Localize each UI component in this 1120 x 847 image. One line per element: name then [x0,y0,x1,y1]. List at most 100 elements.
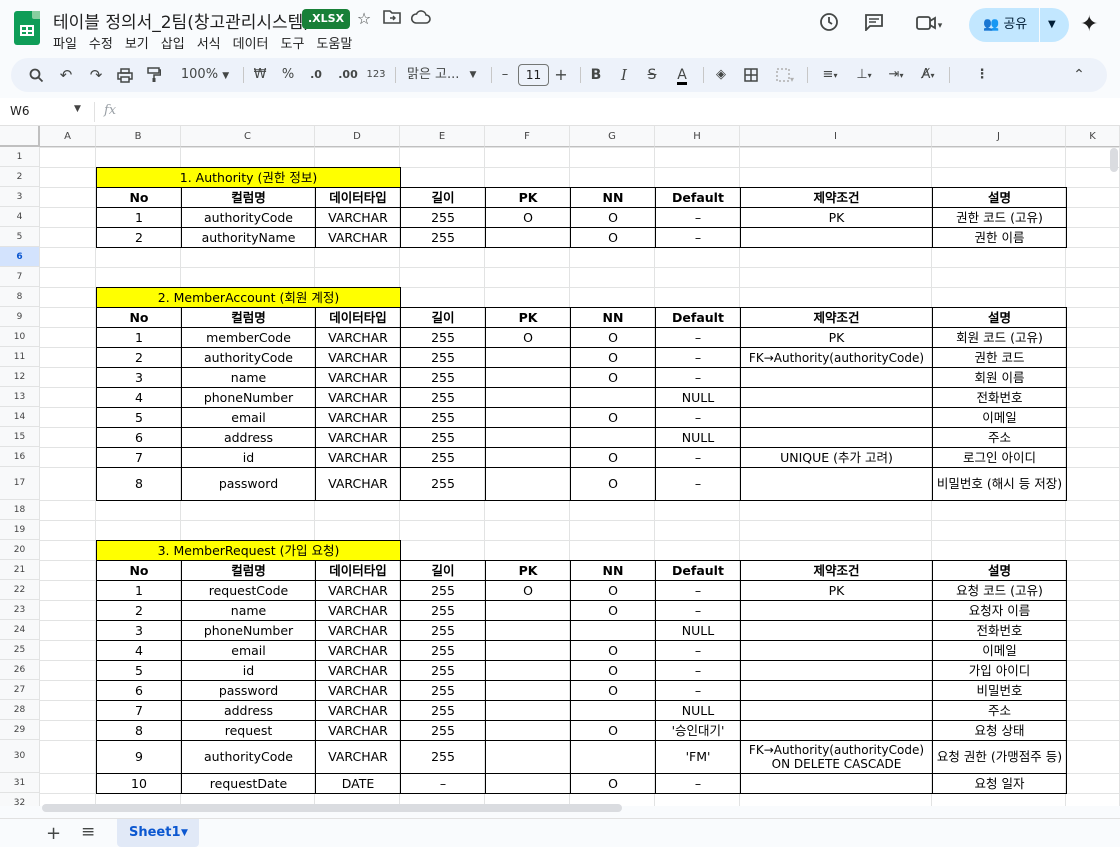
row-header-23[interactable]: 23 [0,600,40,620]
row-header-2[interactable]: 2 [0,167,40,187]
row-header-16[interactable]: 16 [0,447,40,467]
table-cell[interactable]: phoneNumber [181,620,316,641]
table-cell[interactable] [740,367,933,388]
table-cell[interactable]: address [181,700,316,721]
number-format-button[interactable]: 123 [365,58,387,92]
table-header-cell[interactable]: 데이터타입 [315,560,401,581]
table-cell[interactable]: 2 [96,600,182,621]
vertical-align-icon[interactable]: ⊥▾ [849,58,879,92]
table-cell[interactable] [485,660,571,681]
table-cell[interactable] [740,773,933,794]
more-options-icon[interactable]: ⋮ [975,58,989,92]
table-cell[interactable]: VARCHAR [315,427,401,448]
table-cell[interactable]: 255 [400,620,486,641]
table-header-cell[interactable]: 컬럼명 [181,560,316,581]
column-header-b[interactable]: B [96,126,181,147]
row-header-18[interactable]: 18 [0,500,40,520]
table-cell[interactable]: 가입 아이디 [932,660,1067,681]
merge-cells-icon[interactable]: ▾ [770,58,800,92]
row-header-25[interactable]: 25 [0,640,40,660]
table-cell[interactable] [740,467,933,501]
row-header-13[interactable]: 13 [0,387,40,407]
table-cell[interactable]: NULL [655,620,741,641]
row-header-26[interactable]: 26 [0,660,40,680]
table-cell[interactable]: O [570,407,656,428]
menu-data[interactable]: 데이터 [233,33,269,52]
table-header-cell[interactable]: Default [655,560,741,581]
table-cell[interactable]: – [655,580,741,601]
column-header-k[interactable]: K [1066,126,1120,147]
table-cell[interactable]: password [181,680,316,701]
column-header-a[interactable]: A [40,126,96,147]
table-cell[interactable] [570,427,656,448]
select-all-corner[interactable] [0,126,40,147]
table-cell[interactable]: – [655,367,741,388]
row-header-11[interactable]: 11 [0,347,40,367]
table-cell[interactable]: 요청 상태 [932,720,1067,741]
table-cell[interactable] [485,700,571,721]
comments-icon[interactable] [860,12,888,40]
table-cell[interactable]: – [400,773,486,794]
increase-decimal-button[interactable]: .00 [334,58,362,92]
print-icon[interactable] [114,58,136,92]
sheets-logo-icon[interactable] [14,11,40,45]
menu-help[interactable]: 도움말 [316,33,352,52]
all-sheets-icon[interactable]: ≡ [81,822,95,842]
table-cell[interactable] [740,660,933,681]
table-cell[interactable]: – [655,227,741,248]
add-sheet-icon[interactable]: + [46,823,61,844]
table-cell[interactable] [740,640,933,661]
table-cell[interactable] [740,620,933,641]
table-cell[interactable]: DATE [315,773,401,794]
table-header-cell[interactable]: No [96,560,182,581]
table-cell[interactable]: VARCHAR [315,600,401,621]
table-header-cell[interactable]: No [96,307,182,328]
row-header-6[interactable]: 6 [0,247,40,267]
column-header-i[interactable]: I [740,126,932,147]
table-cell[interactable]: 255 [400,600,486,621]
strikethrough-button[interactable]: S [643,58,661,92]
table-cell[interactable]: – [655,660,741,681]
menu-format[interactable]: 서식 [197,33,221,52]
row-header-28[interactable]: 28 [0,700,40,720]
table-cell[interactable] [740,700,933,721]
table-cell[interactable] [485,773,571,794]
table-cell[interactable]: 권한 코드 (고유) [932,207,1067,228]
table-cell[interactable]: 4 [96,640,182,661]
table-header-cell[interactable]: PK [485,560,571,581]
table-cell[interactable]: NULL [655,427,741,448]
column-header-h[interactable]: H [655,126,740,147]
table-cell[interactable]: PK [740,207,933,228]
table-header-cell[interactable]: 데이터타입 [315,187,401,208]
table-cell[interactable] [740,427,933,448]
row-header-3[interactable]: 3 [0,187,40,207]
table-cell[interactable]: 2 [96,227,182,248]
table-cell[interactable]: requestDate [181,773,316,794]
table-header-cell[interactable]: NN [570,307,656,328]
table-cell[interactable]: FK→Authority(authorityCode) ON DELETE CA… [740,740,933,774]
table-cell[interactable]: – [655,640,741,661]
table-header-cell[interactable]: 데이터타입 [315,307,401,328]
row-header-17[interactable]: 17 [0,467,40,500]
table-cell[interactable]: NULL [655,387,741,408]
table-title[interactable]: 2. MemberAccount (회원 계정) [96,287,401,308]
table-cell[interactable]: 7 [96,700,182,721]
menu-edit[interactable]: 수정 [89,33,113,52]
table-cell[interactable]: 요청 권한 (가맹점주 등) [932,740,1067,774]
font-size-input[interactable]: 11 [518,64,549,86]
table-cell[interactable]: 10 [96,773,182,794]
table-cell[interactable]: VARCHAR [315,640,401,661]
vertical-scrollbar[interactable] [1110,148,1118,172]
table-cell[interactable]: O [485,207,571,228]
italic-button[interactable]: I [615,58,633,92]
table-cell[interactable]: authorityCode [181,740,316,774]
table-header-cell[interactable]: 길이 [400,307,486,328]
table-cell[interactable]: 주소 [932,700,1067,721]
row-header-22[interactable]: 22 [0,580,40,600]
table-cell[interactable]: authorityCode [181,207,316,228]
table-cell[interactable]: 255 [400,660,486,681]
table-cell[interactable]: 255 [400,740,486,774]
table-cell[interactable] [570,387,656,408]
table-cell[interactable] [485,600,571,621]
table-title[interactable]: 1. Authority (권한 정보) [96,167,401,188]
